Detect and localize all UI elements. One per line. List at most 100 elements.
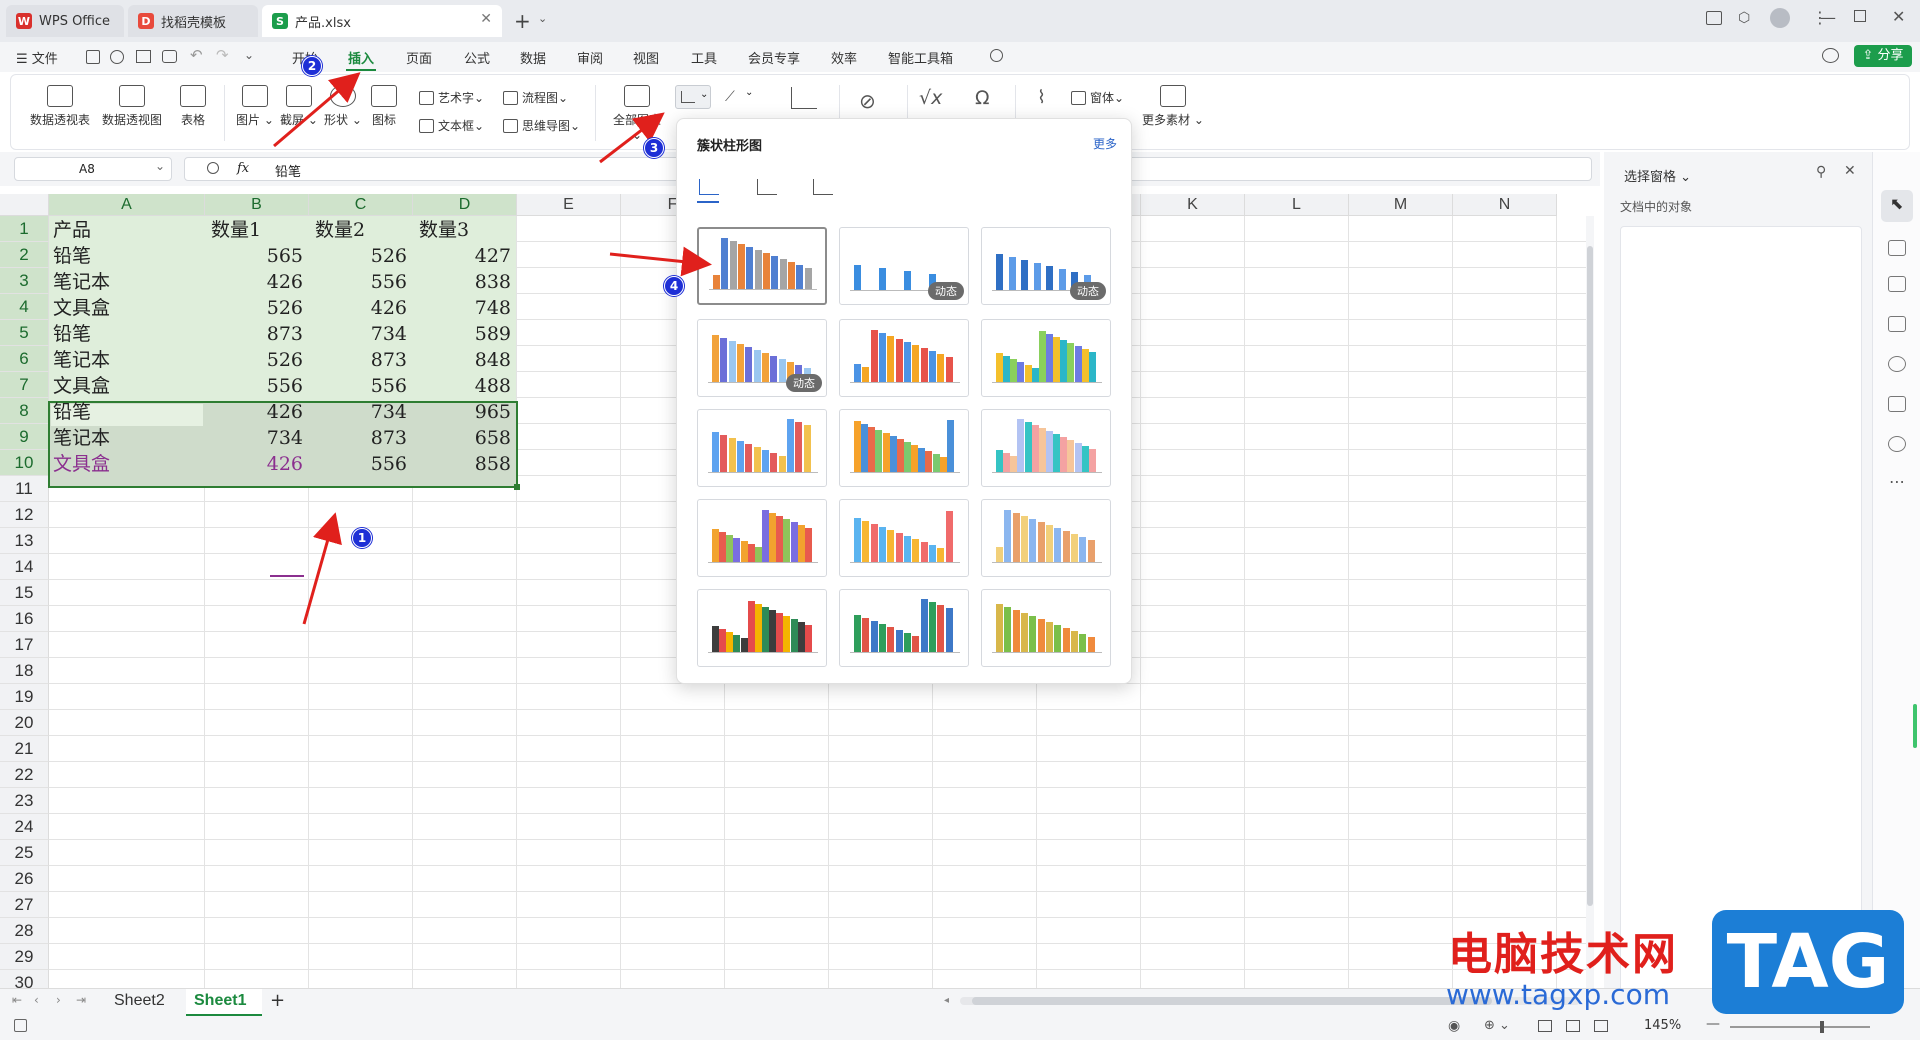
clustered-column-subtype-icon[interactable] bbox=[699, 179, 719, 195]
tab-product-xlsx[interactable]: S 产品.xlsx ✕ bbox=[262, 5, 502, 37]
row-header[interactable]: 5 bbox=[0, 320, 49, 346]
menu-efficiency[interactable]: 效率 bbox=[831, 48, 857, 67]
screenshot-button[interactable]: 截屏 ⌄ bbox=[279, 85, 319, 128]
textbox-button[interactable]: 文本框 ⌄ bbox=[419, 117, 484, 134]
shape-style-icon[interactable] bbox=[1888, 316, 1906, 332]
cell[interactable]: 产品 bbox=[53, 216, 203, 242]
hscroll-left-icon[interactable]: ◂ bbox=[944, 995, 949, 1006]
more-options-icon[interactable]: ⋯ bbox=[1889, 472, 1905, 491]
menu-data[interactable]: 数据 bbox=[520, 48, 546, 67]
vertical-scrollbar[interactable] bbox=[1586, 216, 1594, 988]
percent-stacked-column-subtype-icon[interactable] bbox=[813, 179, 833, 195]
chart-template-thumbnail[interactable] bbox=[697, 499, 827, 577]
redo-icon[interactable]: ↷ bbox=[216, 46, 229, 64]
cell[interactable]: 734 bbox=[309, 398, 413, 424]
cell[interactable]: 556 bbox=[309, 268, 413, 294]
tab-list-chevron-icon[interactable]: ⌄ bbox=[538, 12, 547, 25]
cell[interactable]: 铅笔 bbox=[53, 398, 203, 424]
chart-template-thumbnail[interactable] bbox=[981, 409, 1111, 487]
pivot-chart-button[interactable]: 数据透视图 bbox=[101, 85, 163, 128]
pivot-table-button[interactable]: 数据透视表 bbox=[29, 85, 91, 128]
cell[interactable]: 426 bbox=[205, 398, 309, 424]
symbol-omega-icon[interactable]: Ω bbox=[975, 87, 990, 109]
last-sheet-icon[interactable]: ⇥ bbox=[76, 993, 86, 1007]
print-preview-icon[interactable] bbox=[162, 50, 177, 63]
row-header[interactable]: 20 bbox=[0, 710, 49, 736]
save-icon[interactable] bbox=[86, 50, 100, 64]
macro-icon[interactable] bbox=[14, 1019, 27, 1032]
cell[interactable]: 文具盒 bbox=[53, 294, 203, 320]
menu-tools[interactable]: 工具 bbox=[691, 48, 717, 67]
row-header[interactable]: 10 bbox=[0, 450, 49, 476]
all-charts-button[interactable]: 全部图表 ⌄ bbox=[607, 85, 667, 142]
column-chart-dropdown-button[interactable]: ⌄ bbox=[675, 85, 711, 109]
column-header-l[interactable]: L bbox=[1245, 194, 1349, 216]
menu-formulas[interactable]: 公式 bbox=[464, 48, 490, 67]
page-layout-icon[interactable] bbox=[1566, 1020, 1580, 1032]
normal-view-icon[interactable] bbox=[1538, 1020, 1552, 1032]
cell[interactable]: 748 bbox=[413, 294, 517, 320]
row-header[interactable]: 26 bbox=[0, 866, 49, 892]
close-pane-icon[interactable]: ✕ bbox=[1844, 163, 1856, 179]
row-header[interactable]: 8 bbox=[0, 398, 49, 424]
pointer-icon[interactable]: ⬉ bbox=[1890, 194, 1903, 213]
tools-icon[interactable] bbox=[1888, 356, 1906, 372]
minimize-icon[interactable]: — bbox=[1820, 8, 1836, 27]
cell[interactable]: 556 bbox=[205, 372, 309, 398]
link-icon[interactable]: ⊘ bbox=[859, 89, 876, 113]
cell[interactable]: 965 bbox=[413, 398, 517, 424]
close-window-icon[interactable]: ✕ bbox=[1892, 7, 1905, 26]
zoom-out-icon[interactable]: — bbox=[1706, 1016, 1720, 1032]
row-header[interactable]: 30 bbox=[0, 970, 49, 988]
undo-icon[interactable]: ↶ bbox=[190, 46, 203, 64]
line-chart-dropdown-button[interactable]: ⟋ ⌄ bbox=[723, 87, 757, 107]
cell[interactable]: 426 bbox=[309, 294, 413, 320]
cell[interactable]: 笔记本 bbox=[53, 424, 203, 450]
cell[interactable]: 数量1 bbox=[205, 216, 309, 242]
row-header[interactable]: 1 bbox=[0, 216, 49, 242]
column-header-n[interactable]: N bbox=[1453, 194, 1557, 216]
column-header-b[interactable]: B bbox=[205, 194, 309, 216]
chart-template-thumbnail[interactable] bbox=[839, 499, 969, 577]
cell[interactable]: 589 bbox=[413, 320, 517, 346]
row-header[interactable]: 2 bbox=[0, 242, 49, 268]
cell[interactable]: 笔记本 bbox=[53, 268, 203, 294]
cell[interactable]: 734 bbox=[309, 320, 413, 346]
name-box[interactable]: A8 ⌄ bbox=[14, 157, 172, 181]
cell[interactable]: 488 bbox=[413, 372, 517, 398]
search-icon[interactable] bbox=[990, 49, 1003, 62]
attachment-icon[interactable]: ⌇ bbox=[1037, 87, 1046, 108]
chart-template-thumbnail[interactable] bbox=[839, 409, 969, 487]
objects-list[interactable] bbox=[1620, 226, 1862, 1006]
cell[interactable]: 数量2 bbox=[309, 216, 413, 242]
row-header[interactable]: 23 bbox=[0, 788, 49, 814]
row-header[interactable]: 22 bbox=[0, 762, 49, 788]
cube-icon[interactable]: ⬡ bbox=[1738, 10, 1750, 26]
chart-template-thumbnail[interactable] bbox=[981, 319, 1111, 397]
row-header[interactable]: 6 bbox=[0, 346, 49, 372]
cell[interactable]: 565 bbox=[205, 242, 309, 268]
cell[interactable]: 铅笔 bbox=[53, 320, 203, 346]
row-header[interactable]: 18 bbox=[0, 658, 49, 684]
zoom-level[interactable]: 145% bbox=[1644, 1018, 1681, 1033]
page-break-icon[interactable] bbox=[1594, 1020, 1608, 1032]
cell[interactable]: 526 bbox=[205, 346, 309, 372]
avatar[interactable] bbox=[1770, 8, 1790, 28]
row-header[interactable]: 27 bbox=[0, 892, 49, 918]
view-settings-icon[interactable]: ⊕ ⌄ bbox=[1484, 1018, 1510, 1033]
fill-handle[interactable] bbox=[514, 484, 520, 490]
next-sheet-icon[interactable]: › bbox=[56, 993, 61, 1007]
select-all-corner[interactable] bbox=[0, 194, 49, 216]
backup-icon[interactable] bbox=[1888, 396, 1906, 412]
menu-view[interactable]: 视图 bbox=[633, 48, 659, 67]
more-link[interactable]: 更多 bbox=[1093, 135, 1117, 152]
tab-docer-templates[interactable]: D 找稻壳模板 bbox=[128, 5, 258, 37]
row-header[interactable]: 9 bbox=[0, 424, 49, 450]
column-header-d[interactable]: D bbox=[413, 194, 517, 216]
sheet-tab-sheet1[interactable]: Sheet1 bbox=[186, 989, 262, 1016]
cell[interactable]: 526 bbox=[309, 242, 413, 268]
flowchart-button[interactable]: 流程图 ⌄ bbox=[503, 89, 568, 106]
properties-icon[interactable] bbox=[1888, 240, 1906, 256]
wordart-button[interactable]: 艺术字 ⌄ bbox=[419, 89, 484, 106]
column-header-e[interactable]: E bbox=[517, 194, 621, 216]
